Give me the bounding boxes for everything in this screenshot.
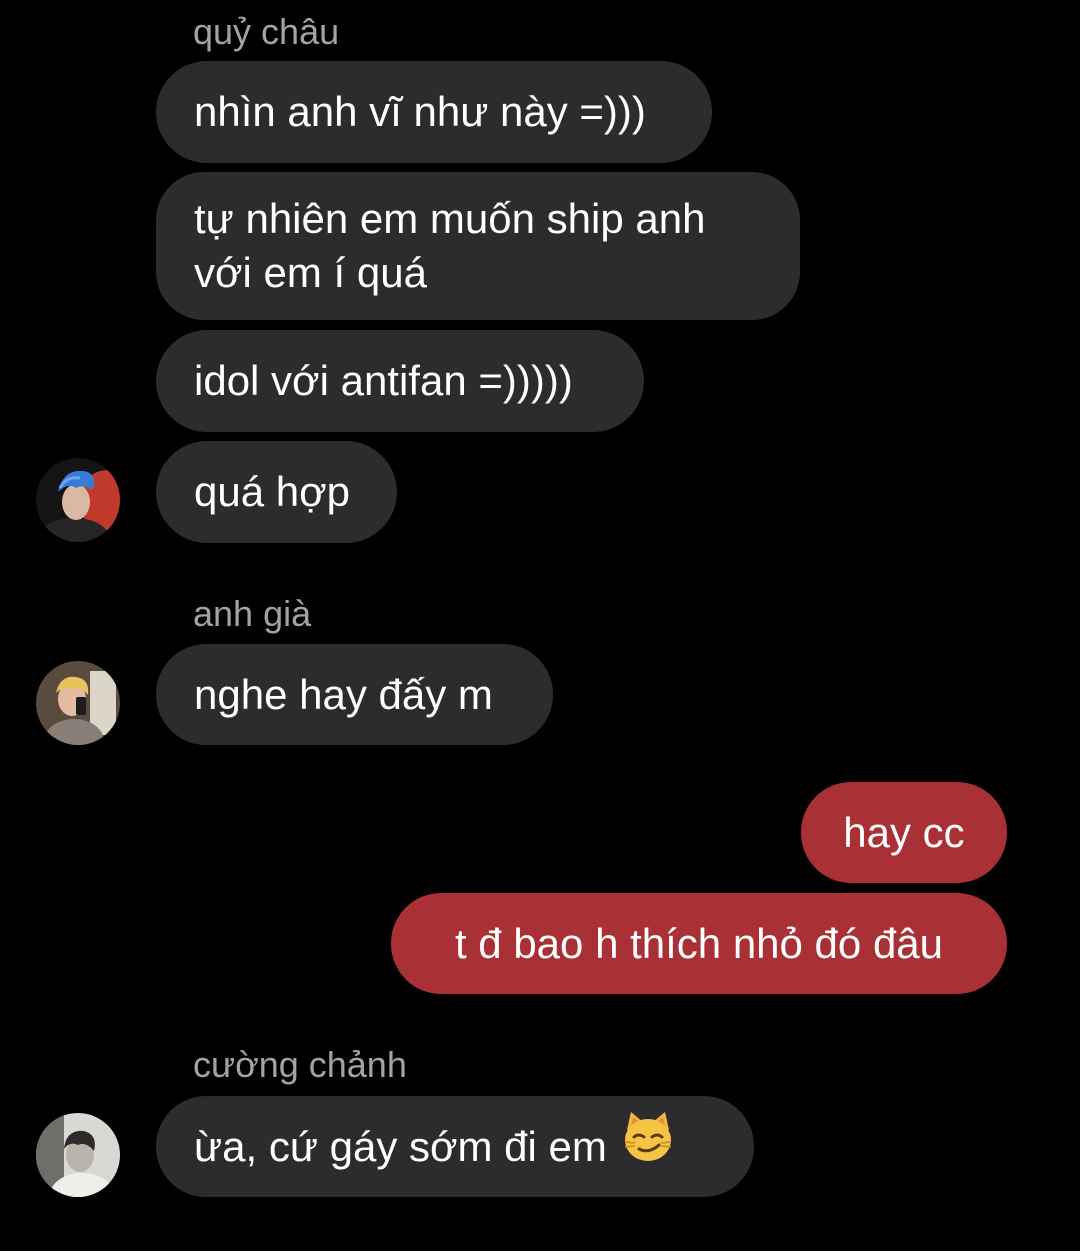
mirror-selfie-avatar <box>36 661 120 745</box>
monochrome-portrait-avatar <box>36 1113 120 1197</box>
sender-name: anh già <box>193 593 312 634</box>
message-text: idol với antifan =))))) <box>194 357 573 404</box>
sender-name: cường chảnh <box>193 1044 407 1085</box>
message-bubble[interactable]: idol với antifan =))))) <box>156 330 644 432</box>
message-bubble[interactable]: tự nhiên em muốn ship anh với em í quá <box>156 172 800 320</box>
message-bubble[interactable]: nghe hay đấy m <box>156 644 553 745</box>
blue-haired-profile-avatar <box>36 458 120 542</box>
message-bubble[interactable]: hay cc <box>801 782 1007 883</box>
message-text-line: tự nhiên em muốn ship anh <box>194 195 706 242</box>
message-bubble[interactable]: nhìn anh vĩ như này =))) <box>156 61 712 163</box>
message-text-line: với em í quá <box>194 249 427 296</box>
message-text: ừa, cứ gáy sớm đi em <box>194 1122 607 1170</box>
avatar[interactable] <box>36 458 120 542</box>
message-text: hay cc <box>843 808 965 856</box>
message-bubble[interactable]: ừa, cứ gáy sớm đi em <box>156 1096 754 1197</box>
message-bubble[interactable]: quá hợp <box>156 441 397 543</box>
message-text: nghe hay đấy m <box>194 670 493 718</box>
avatar[interactable] <box>36 1113 120 1197</box>
message-text: t đ bao h thích nhỏ đó đâu <box>454 919 944 967</box>
smirking-cat-emoji-icon <box>621 1110 675 1177</box>
sender-name: quỷ châu <box>193 11 340 52</box>
message-text: quá hợp <box>194 468 351 515</box>
message-text: nhìn anh vĩ như này =))) <box>194 88 646 135</box>
message-bubble[interactable]: t đ bao h thích nhỏ đó đâu <box>391 893 1007 994</box>
avatar[interactable] <box>36 661 120 745</box>
